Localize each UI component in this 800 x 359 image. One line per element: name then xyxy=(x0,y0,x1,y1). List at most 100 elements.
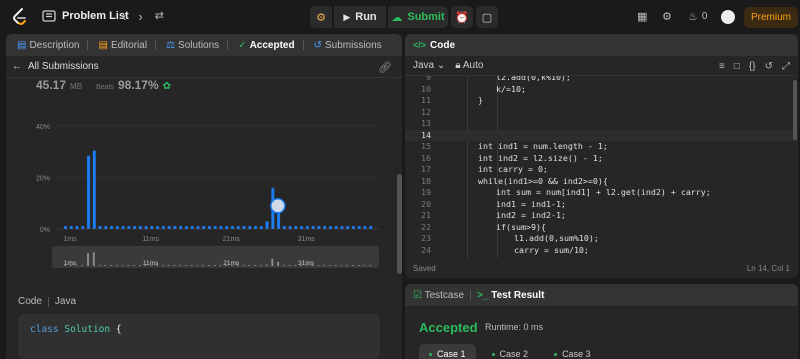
test-result-label: Test Result xyxy=(491,289,545,301)
bar xyxy=(64,226,67,229)
range-navigator xyxy=(52,246,379,268)
bug-icon: ⚙ xyxy=(316,11,326,24)
problem-list-link[interactable]: Problem List xyxy=(42,9,129,23)
tab-editorial[interactable]: ▤ Editorial xyxy=(93,34,161,56)
code-line: 18 while(ind1>=0 && ind2>=0){ xyxy=(405,176,798,188)
mini-bar xyxy=(219,265,222,266)
bar xyxy=(110,226,114,229)
mini-bar xyxy=(346,265,349,266)
leetcode-logo-icon[interactable] xyxy=(10,7,30,27)
bar xyxy=(231,226,235,229)
layout-button[interactable]: ▦ xyxy=(637,10,647,23)
y-tick-label: 20% xyxy=(36,176,50,183)
tab-divider xyxy=(87,40,89,50)
code-line: 17 int carry = 0; xyxy=(405,164,798,176)
code-line: 12 xyxy=(405,107,798,119)
result-status: Accepted xyxy=(419,320,478,335)
case-tab-1[interactable]: Case 1 xyxy=(419,344,476,359)
case-label: Case 3 xyxy=(562,349,591,359)
test-result-panel: ☑ Testcase >_ Test Result Accepted Runti… xyxy=(405,284,798,359)
auto-mode[interactable]: 🔒︎ Auto xyxy=(455,60,483,71)
bar xyxy=(328,226,332,229)
mini-bar xyxy=(294,265,297,266)
avatar[interactable] xyxy=(721,10,735,24)
bar xyxy=(207,226,211,229)
tab-accepted[interactable]: ✓ Accepted xyxy=(233,34,308,56)
problem-list-label: Problem List xyxy=(62,10,129,22)
mini-tick-label: 21ms xyxy=(223,260,240,267)
memory-unit: MB xyxy=(70,82,83,91)
reset-icon[interactable]: ↺ xyxy=(765,61,773,72)
format-icon[interactable]: ≡ xyxy=(719,61,725,72)
expand-icon[interactable]: ⤢ xyxy=(782,61,790,72)
code-text: l2.add(0,k%10); xyxy=(496,76,571,82)
bar xyxy=(317,226,321,229)
code-editor[interactable]: 9 l2.add(0,k%10); 10 k/=10; 11} 12 13 14 15 int i… xyxy=(405,76,798,258)
bar xyxy=(115,226,119,229)
submitted-code[interactable]: class Solution { xyxy=(18,314,380,359)
submit-button[interactable]: ☁ Submit xyxy=(388,6,448,28)
bar xyxy=(161,226,165,229)
tab-divider xyxy=(155,40,157,50)
debug-button[interactable]: ⚙ xyxy=(310,6,332,28)
editor-scrollbar[interactable] xyxy=(793,80,797,140)
description-icon: ▤ xyxy=(17,39,27,51)
check-icon: ✓ xyxy=(238,39,247,51)
code-class-name: Solution xyxy=(64,324,111,335)
pass-dot-icon xyxy=(491,352,495,356)
tab-testcase[interactable]: ☑ Testcase xyxy=(413,290,464,301)
share-link-icon[interactable]: 🔗︎ xyxy=(378,61,392,74)
bar xyxy=(127,226,131,229)
code-brace: { xyxy=(115,324,122,335)
case-tab-3[interactable]: Case 3 xyxy=(544,344,601,359)
prev-problem-icon[interactable]: ‹ xyxy=(122,9,126,24)
pass-dot-icon xyxy=(554,352,558,356)
code-keyword: class xyxy=(30,324,59,335)
notes-button[interactable]: ▢ xyxy=(476,6,498,28)
left-scrollbar[interactable] xyxy=(397,174,402,274)
all-submissions-link[interactable]: ← All Submissions xyxy=(6,56,402,78)
next-problem-icon[interactable]: › xyxy=(138,9,142,24)
braces-icon[interactable]: {} xyxy=(749,61,756,72)
auto-mode-label: Auto xyxy=(462,60,484,71)
tab-description[interactable]: ▤ Description xyxy=(12,34,93,56)
tab-test-result[interactable]: >_ Test Result xyxy=(477,290,544,301)
mini-bar xyxy=(248,265,251,266)
bar xyxy=(98,226,102,229)
tab-divider xyxy=(302,40,304,50)
chevron-down-icon: ⌄ xyxy=(436,60,446,71)
bar xyxy=(87,155,91,229)
bar xyxy=(265,221,269,229)
language-select[interactable]: Java ⌄ xyxy=(413,60,445,71)
bar xyxy=(104,226,108,229)
leaf-icon: ✿ xyxy=(162,81,172,92)
streak-counter[interactable]: ♨ 0 xyxy=(688,10,707,23)
memory-distribution-chart[interactable]: 40% 20% 0% 1ms 11ms 21ms 31ms 1ms 11ms 21ms 31ms xyxy=(24,114,384,274)
divider xyxy=(47,296,49,307)
code-panel-header: </> Code xyxy=(405,34,798,56)
timer-button[interactable]: ⏰ xyxy=(451,6,473,28)
line-number: 20 xyxy=(421,198,431,209)
flask-icon: ⚖ xyxy=(166,39,176,51)
bar xyxy=(369,226,373,229)
settings-button[interactable]: ⚙ xyxy=(662,10,672,23)
tab-submissions[interactable]: ↺ Submissions xyxy=(309,34,387,56)
mini-bar xyxy=(271,258,274,266)
code-line: 16 int ind2 = l2.size() - 1; xyxy=(405,153,798,165)
case-tab-2[interactable]: Case 2 xyxy=(482,344,539,359)
case-label: Case 2 xyxy=(499,349,529,359)
premium-button[interactable]: Premium xyxy=(744,7,798,28)
bookmark-icon[interactable]: □ xyxy=(734,61,740,72)
memory-stat: 45.17 MB Beats 98.17% ✿ xyxy=(36,78,171,92)
x-tick-label: 21ms xyxy=(223,236,241,243)
bar xyxy=(300,226,304,229)
shuffle-icon[interactable]: ⇄ xyxy=(155,9,164,24)
mini-bar xyxy=(265,264,268,266)
bar xyxy=(184,226,188,229)
tab-solutions[interactable]: ⚖ Solutions xyxy=(161,34,233,56)
run-button[interactable]: ▶ Run xyxy=(334,6,386,28)
gear-icon: ⚙ xyxy=(662,11,672,23)
bar xyxy=(144,226,148,229)
code-line: 14 xyxy=(405,129,798,141)
run-label: Run xyxy=(355,11,377,23)
